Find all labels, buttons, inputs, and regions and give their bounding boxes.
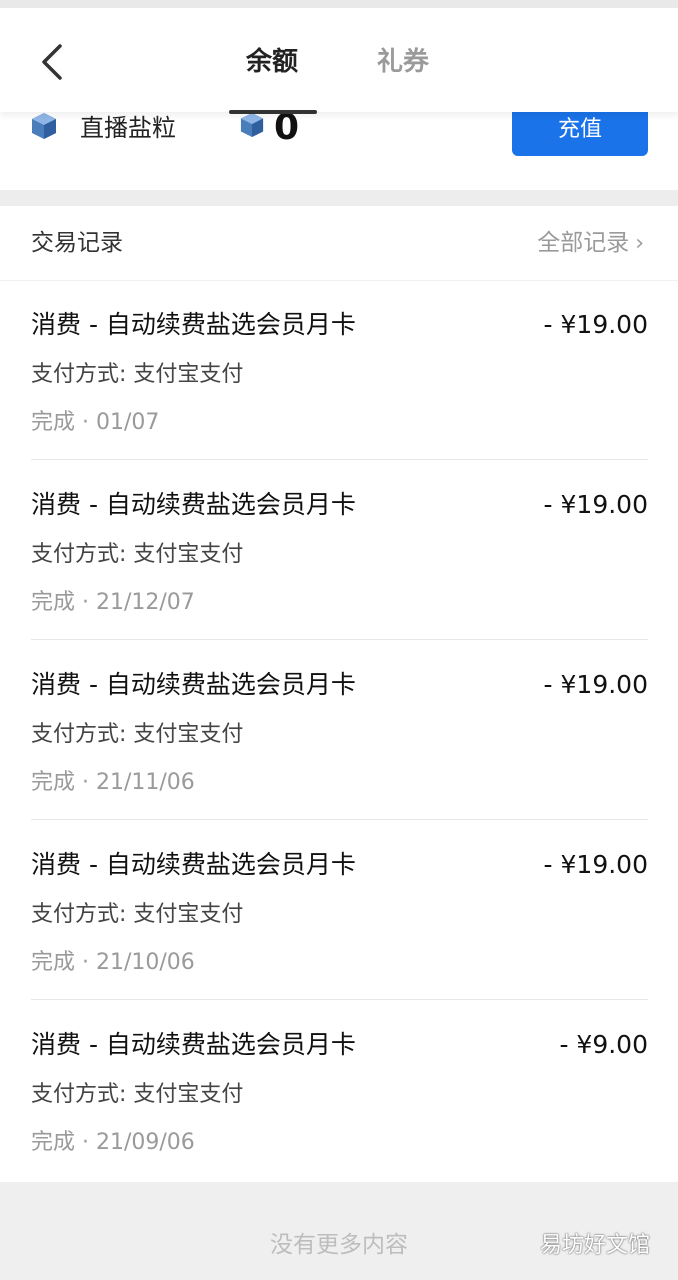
item-title: 消费 - 自动续费盐选会员月卡 bbox=[31, 670, 356, 699]
item-title: 消费 - 自动续费盐选会员月卡 bbox=[31, 490, 356, 519]
item-status: 完成 · 21/10/06 bbox=[31, 950, 195, 975]
list-item[interactable]: 消费 - 自动续费盐选会员月卡 - ¥9.00 支付方式: 支付宝支付 完成 ·… bbox=[31, 1000, 648, 1180]
item-amount: - ¥19.00 bbox=[543, 490, 648, 519]
transaction-records: 交易记录 全部记录 › 消费 - 自动续费盐选会员月卡 - ¥19.00 支付方式… bbox=[0, 206, 678, 1182]
list-item[interactable]: 消费 - 自动续费盐选会员月卡 - ¥19.00 支付方式: 支付宝支付 完成 … bbox=[31, 280, 648, 460]
item-payment: 支付方式: 支付宝支付 bbox=[31, 1082, 244, 1107]
item-title: 消费 - 自动续费盐选会员月卡 bbox=[31, 1030, 356, 1059]
list-footer: 没有更多内容 易坊好文馆 bbox=[0, 1182, 678, 1280]
item-amount: - ¥19.00 bbox=[543, 310, 648, 339]
tab-balance[interactable]: 余额 bbox=[246, 46, 298, 78]
all-records-label: 全部记录 bbox=[537, 230, 630, 256]
chevron-left-icon bbox=[42, 44, 62, 80]
item-status: 完成 · 01/07 bbox=[31, 410, 160, 435]
item-status: 完成 · 21/11/06 bbox=[31, 770, 195, 795]
tab-active-indicator bbox=[229, 110, 317, 114]
list-item[interactable]: 消费 - 自动续费盐选会员月卡 - ¥19.00 支付方式: 支付宝支付 完成 … bbox=[31, 640, 648, 820]
item-payment: 支付方式: 支付宝支付 bbox=[31, 722, 244, 747]
list-item[interactable]: 消费 - 自动续费盐选会员月卡 - ¥19.00 支付方式: 支付宝支付 完成 … bbox=[31, 820, 648, 1000]
list-item[interactable]: 消费 - 自动续费盐选会员月卡 - ¥19.00 支付方式: 支付宝支付 完成 … bbox=[31, 460, 648, 640]
item-status: 完成 · 21/09/06 bbox=[31, 1130, 195, 1155]
item-payment: 支付方式: 支付宝支付 bbox=[31, 362, 244, 387]
item-title: 消费 - 自动续费盐选会员月卡 bbox=[31, 850, 356, 879]
item-amount: - ¥9.00 bbox=[559, 1030, 648, 1059]
status-strip bbox=[0, 0, 678, 8]
balance-card: 直播盐粒 0 充值 bbox=[0, 107, 678, 190]
item-amount: - ¥19.00 bbox=[543, 850, 648, 879]
chevron-right-icon: › bbox=[635, 231, 644, 256]
back-button[interactable] bbox=[34, 38, 74, 86]
records-title: 交易记录 bbox=[31, 230, 123, 256]
item-payment: 支付方式: 支付宝支付 bbox=[31, 542, 244, 567]
watermark: 易坊好文馆 bbox=[539, 1233, 650, 1258]
salt-gem-icon bbox=[32, 113, 56, 139]
item-status: 完成 · 21/12/07 bbox=[31, 590, 195, 615]
item-payment: 支付方式: 支付宝支付 bbox=[31, 902, 244, 927]
all-records-link[interactable]: 全部记录 › bbox=[537, 228, 644, 259]
records-header: 交易记录 全部记录 › bbox=[0, 206, 678, 281]
salt-gem-icon bbox=[240, 113, 264, 137]
item-title: 消费 - 自动续费盐选会员月卡 bbox=[31, 310, 356, 339]
balance-label: 直播盐粒 bbox=[80, 114, 176, 142]
item-amount: - ¥19.00 bbox=[543, 670, 648, 699]
recharge-button[interactable]: 充值 bbox=[512, 112, 648, 156]
tab-coupons[interactable]: 礼券 bbox=[377, 46, 429, 78]
top-header: 余额 礼券 bbox=[0, 8, 678, 114]
